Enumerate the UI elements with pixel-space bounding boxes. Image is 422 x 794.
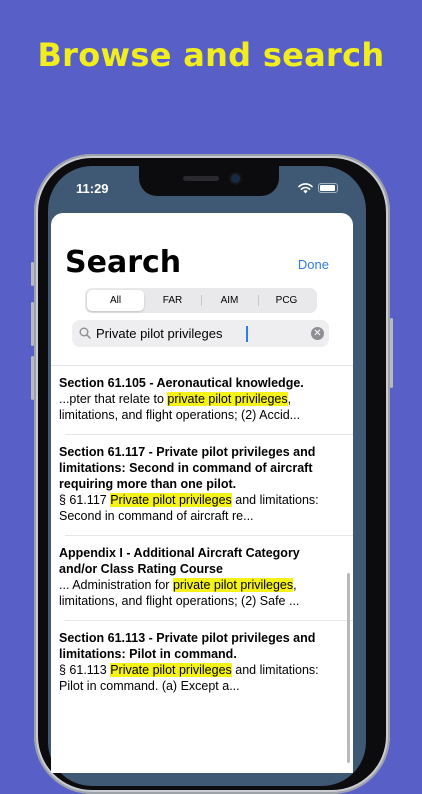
wifi-icon bbox=[298, 183, 313, 194]
segment-all[interactable]: All bbox=[87, 290, 144, 311]
scrollbar[interactable] bbox=[347, 573, 350, 763]
promo-headline: Browse and search bbox=[37, 36, 385, 74]
search-bar: ✕ bbox=[72, 320, 329, 347]
volume-button bbox=[31, 356, 34, 400]
result-title: Section 61.105 - Aeronautical knowledge. bbox=[59, 376, 304, 390]
segment-aim[interactable]: AIM bbox=[201, 290, 258, 311]
battery-icon bbox=[318, 183, 338, 193]
segment-far[interactable]: FAR bbox=[144, 290, 201, 311]
search-highlight: Private pilot privileges bbox=[110, 493, 232, 507]
volume-button bbox=[31, 302, 34, 346]
clear-icon[interactable]: ✕ bbox=[311, 327, 324, 340]
search-icon bbox=[79, 327, 91, 339]
result-item[interactable]: Section 61.105 - Aeronautical knowledge.… bbox=[51, 366, 353, 434]
camera bbox=[231, 174, 240, 183]
search-highlight: private pilot privileges bbox=[167, 392, 288, 406]
result-title: Appendix I - Additional Aircraft Categor… bbox=[59, 546, 300, 576]
filter-segmented-control: All FAR AIM PCG bbox=[85, 288, 317, 313]
result-snippet: ...pter that relate to private pilot pri… bbox=[59, 392, 301, 422]
segment-pcg[interactable]: PCG bbox=[258, 290, 315, 311]
search-highlight: private pilot privileges bbox=[172, 578, 294, 592]
result-item[interactable]: Appendix I - Additional Aircraft Categor… bbox=[51, 536, 353, 620]
speaker bbox=[183, 176, 219, 181]
results-list: Section 61.105 - Aeronautical knowledge.… bbox=[51, 366, 353, 705]
result-item[interactable]: Section 61.117 - Private pilot privilege… bbox=[51, 435, 353, 535]
result-title: Section 61.117 - Private pilot privilege… bbox=[59, 445, 316, 491]
status-time: 11:29 bbox=[76, 181, 109, 196]
search-sheet: Search Done All FAR AIM PCG ✕ Section 61… bbox=[51, 213, 353, 773]
result-title: Section 61.113 - Private pilot privilege… bbox=[59, 631, 316, 661]
done-button[interactable]: Done bbox=[298, 257, 329, 272]
result-snippet: ... Administration for private pilot pri… bbox=[59, 578, 300, 608]
result-snippet: § 61.113 Private pilot privileges and li… bbox=[59, 663, 319, 693]
volume-button bbox=[31, 262, 34, 286]
search-highlight: Private pilot privileges bbox=[110, 663, 232, 677]
result-item[interactable]: Section 61.113 - Private pilot privilege… bbox=[51, 621, 353, 705]
search-input[interactable] bbox=[96, 320, 301, 347]
notch bbox=[139, 166, 279, 196]
result-snippet: § 61.117 Private pilot privileges and li… bbox=[59, 493, 319, 523]
power-button bbox=[390, 318, 393, 388]
page-title: Search bbox=[65, 245, 182, 280]
text-caret bbox=[246, 326, 248, 342]
